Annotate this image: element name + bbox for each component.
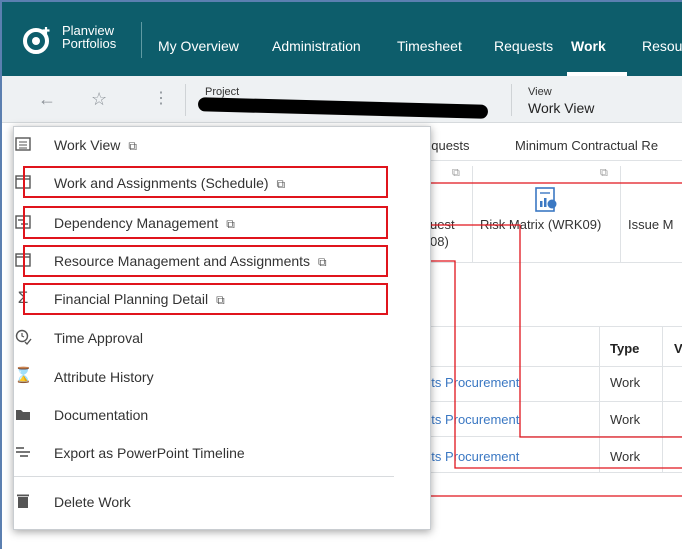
menu-item-label: Documentation (54, 407, 149, 423)
folder-icon (16, 410, 30, 420)
trash-icon (17, 494, 29, 508)
timeline-icon (16, 447, 30, 457)
list-view-icon (15, 137, 31, 151)
highlight-box-dependency-management (23, 206, 388, 239)
menu-item-label: Export as PowerPoint Timeline (54, 445, 245, 461)
menu-item-label: Attribute History (54, 369, 154, 385)
menu-item-export-powerpoint[interactable]: Export as PowerPoint Timeline (14, 441, 394, 465)
highlight-box-work-and-assignments (23, 166, 388, 198)
menu-divider (14, 476, 394, 477)
menu-item-label: Work View ⧉ (54, 137, 137, 153)
menu-item-attribute-history[interactable]: ⌛ Attribute History (14, 365, 394, 389)
hourglass-icon: ⌛ (14, 367, 33, 384)
menu-item-label: Delete Work (54, 494, 131, 510)
menu-item-label: Time Approval (54, 330, 143, 346)
highlight-box-resource-management (23, 245, 388, 277)
menu-item-time-approval[interactable]: Time Approval (14, 326, 394, 350)
external-link-icon: ⧉ (128, 139, 137, 153)
menu-item-delete-work[interactable]: Delete Work (14, 490, 394, 514)
menu-item-documentation[interactable]: Documentation (14, 403, 394, 427)
menu-item-work-view[interactable]: Work View ⧉ (14, 133, 394, 157)
clock-check-icon (15, 329, 32, 346)
highlight-box-financial-planning (23, 283, 388, 315)
